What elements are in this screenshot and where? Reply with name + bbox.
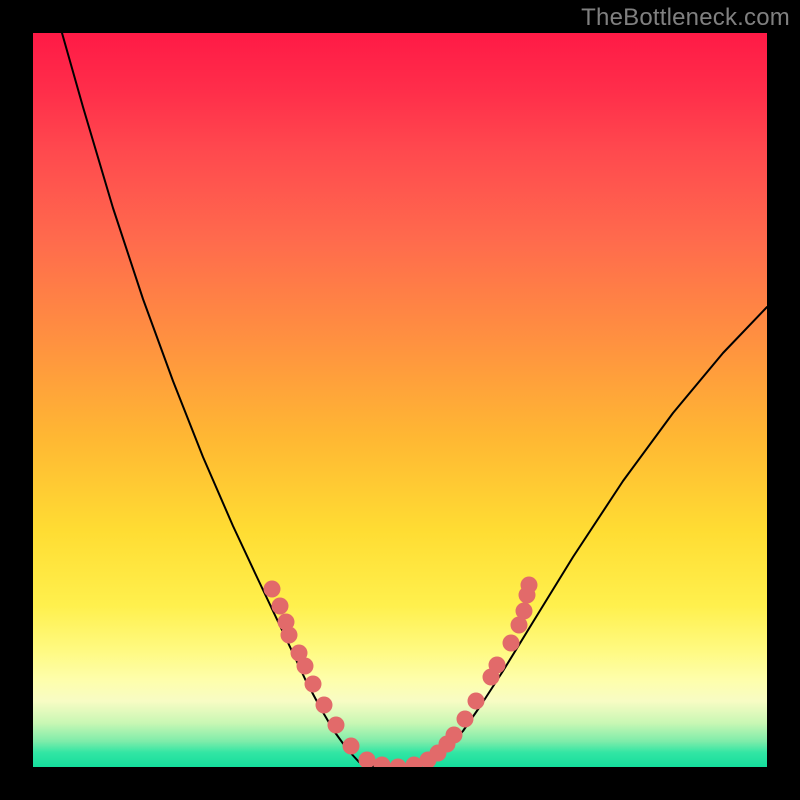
scatter-dot	[328, 717, 345, 734]
scatter-dot	[264, 581, 281, 598]
scatter-dot	[457, 711, 474, 728]
scatter-dot	[468, 693, 485, 710]
scatter-dot	[281, 627, 298, 644]
scatter-dot	[390, 759, 407, 768]
scatter-dot	[359, 752, 376, 768]
plot-area	[33, 33, 767, 767]
curve-path	[62, 33, 767, 767]
scatter-dot	[489, 657, 506, 674]
scatter-dot	[503, 635, 520, 652]
chart-frame: TheBottleneck.com	[0, 0, 800, 800]
scatter-dot	[305, 676, 322, 693]
scatter-dot	[297, 658, 314, 675]
scatter-dot	[521, 577, 538, 594]
watermark-text: TheBottleneck.com	[581, 4, 790, 32]
scatter-dot	[272, 598, 289, 615]
scatter-dot	[446, 727, 463, 744]
chart-svg	[33, 33, 767, 767]
scatter-dots	[264, 577, 538, 768]
scatter-dot	[316, 697, 333, 714]
scatter-dot	[343, 738, 360, 755]
scatter-dot	[516, 603, 533, 620]
bottleneck-curve	[62, 33, 767, 767]
scatter-dot	[374, 757, 391, 768]
